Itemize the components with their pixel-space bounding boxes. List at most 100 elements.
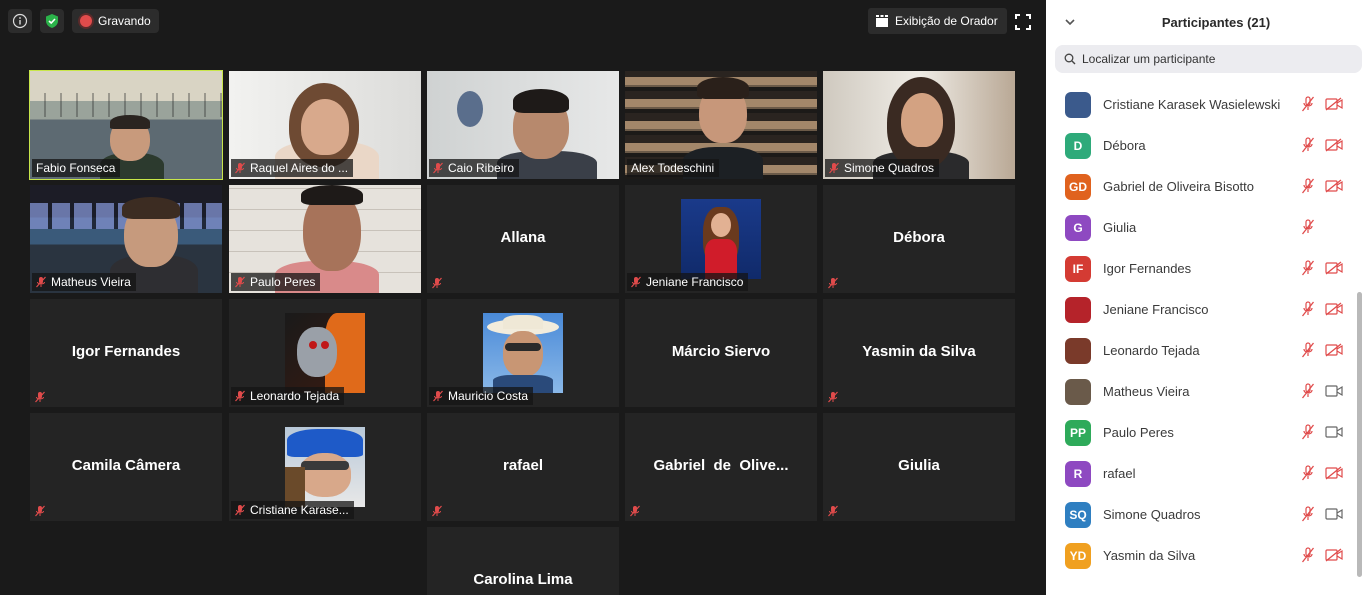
camera-icon[interactable] [1325,507,1343,526]
name-tile[interactable]: Yasmin da Silva [823,299,1015,407]
name-tile[interactable]: Gabriel de Olive... [625,413,817,521]
muted-mic-icon [432,505,442,517]
participant-row[interactable]: Matheus Vieira [1046,371,1350,412]
search-input[interactable] [1082,52,1342,66]
panel-scrollbar[interactable] [1357,292,1362,577]
muted-mic-icon[interactable] [1301,301,1315,322]
muted-mic-icon[interactable] [1301,424,1315,445]
muted-mic-icon [433,162,443,174]
name-tile[interactable]: Igor Fernandes [30,299,222,407]
muted-mic-icon [829,162,839,174]
avatar-tile[interactable]: Leonardo Tejada [229,299,421,407]
muted-mic-icon [235,504,245,516]
camera-off-icon[interactable] [1325,548,1343,567]
camera-off-icon[interactable] [1325,466,1343,485]
muted-mic-icon[interactable] [1301,547,1315,568]
video-tile[interactable]: Paulo Peres [229,185,421,293]
tile-name: Raquel Aires do ... [250,161,349,175]
participant-row[interactable]: D Débora [1046,125,1350,166]
participant-row[interactable]: YD Yasmin da Silva [1046,535,1350,576]
muted-mic-icon[interactable] [1301,342,1315,363]
participant-row[interactable]: GD Gabriel de Oliveira Bisotto [1046,166,1350,207]
participant-row[interactable]: PP Paulo Peres [1046,412,1350,453]
muted-mic-icon [235,162,245,174]
zoom-window: Gravando Exibição de Orador Fabio Fonsec… [0,0,1366,595]
tile-center-name: Giulia [898,457,940,474]
avatar-tile[interactable]: Cristiane Karase... [229,413,421,521]
participant-row[interactable]: Jeniane Francisco [1046,289,1350,330]
video-tile[interactable]: Matheus Vieira [30,185,222,293]
muted-mic-icon[interactable] [1301,465,1315,486]
video-tile[interactable]: Fabio Fonseca [29,70,223,180]
panel-header: Participantes (21) [1046,0,1366,44]
participant-name: Simone Quadros [1103,507,1201,522]
video-tile[interactable]: Caio Ribeiro [427,71,619,179]
participant-search[interactable] [1055,45,1362,73]
muted-mic-icon[interactable] [1301,383,1315,404]
camera-off-icon[interactable] [1325,343,1343,362]
muted-mic-icon[interactable] [1301,506,1315,527]
participant-row[interactable]: SQ Simone Quadros [1046,494,1350,535]
panel-title: Participantes (21) [1161,15,1271,30]
muted-mic-icon[interactable] [1301,178,1315,199]
tile-center-name: Carolina Lima [473,571,573,588]
participant-name: rafael [1103,466,1136,481]
tile-center-name: Gabriel de Olive... [653,457,789,474]
name-tile[interactable]: Giulia [823,413,1015,521]
tile-center-name: Débora [893,229,945,246]
camera-icon[interactable] [1325,384,1343,403]
speaker-view-button[interactable]: Exibição de Orador [868,8,1007,34]
avatar: IF [1065,255,1091,282]
tile-name-label: Caio Ribeiro [429,159,520,177]
video-tile[interactable]: Raquel Aires do ... [229,71,421,179]
camera-icon[interactable] [1325,425,1343,444]
participant-row[interactable]: Rrafael [1046,453,1350,494]
tile-name: Caio Ribeiro [448,161,515,175]
chevron-down-icon[interactable] [1064,16,1076,28]
profile-picture [483,313,563,393]
tile-center-name: Yasmin da Silva [862,343,976,360]
camera-off-icon[interactable] [1325,179,1343,198]
participant-name: Matheus Vieira [1103,384,1190,399]
name-tile[interactable]: Allana [427,185,619,293]
camera-off-icon[interactable] [1325,261,1343,280]
muted-mic-icon[interactable] [1301,219,1315,240]
camera-off-icon[interactable] [1325,97,1343,116]
name-tile[interactable]: rafael [427,413,619,521]
avatar: G [1065,214,1091,241]
camera-off-icon[interactable] [1325,302,1343,321]
tile-name: Matheus Vieira [51,275,131,289]
tile-name: Simone Quadros [844,161,935,175]
avatar: D [1065,132,1091,159]
participant-name: Yasmin da Silva [1103,548,1196,563]
muted-mic-icon[interactable] [1301,96,1315,117]
muted-mic-icon[interactable] [1301,260,1315,281]
participant-row[interactable]: IF Igor Fernandes [1046,248,1350,289]
avatar-tile[interactable]: Mauricio Costa [427,299,619,407]
name-tile[interactable]: Camila Câmera [30,413,222,521]
record-icon [80,15,92,27]
avatar: YD [1065,542,1091,569]
camera-off-icon[interactable] [1325,138,1343,157]
participant-row[interactable]: Cristiane Karasek Wasielewski [1046,84,1350,125]
encryption-button[interactable] [40,9,64,33]
muted-mic-icon[interactable] [1301,137,1315,158]
participant-row[interactable]: Leonardo Tejada [1046,330,1350,371]
fullscreen-icon[interactable] [1014,13,1032,31]
recording-indicator[interactable]: Gravando [72,9,159,33]
meeting-info-button[interactable] [8,9,32,33]
video-tile[interactable]: Alex Todeschini [625,71,817,179]
participant-name: Jeniane Francisco [1103,302,1209,317]
name-tile[interactable]: Débora [823,185,1015,293]
name-tile[interactable]: Márcio Siervo [625,299,817,407]
name-tile[interactable]: Carolina Lima [427,527,619,595]
video-tile[interactable]: Simone Quadros [823,71,1015,179]
avatar [1065,296,1091,323]
avatar-tile[interactable]: Jeniane Francisco [625,185,817,293]
tile-name-label: Alex Todeschini [627,159,720,177]
avatar [1065,378,1091,405]
participant-row[interactable]: G Giulia [1046,207,1350,248]
participant-name: Leonardo Tejada [1103,343,1200,358]
muted-mic-icon [433,390,443,402]
participant-name: Cristiane Karasek Wasielewski [1103,97,1281,112]
